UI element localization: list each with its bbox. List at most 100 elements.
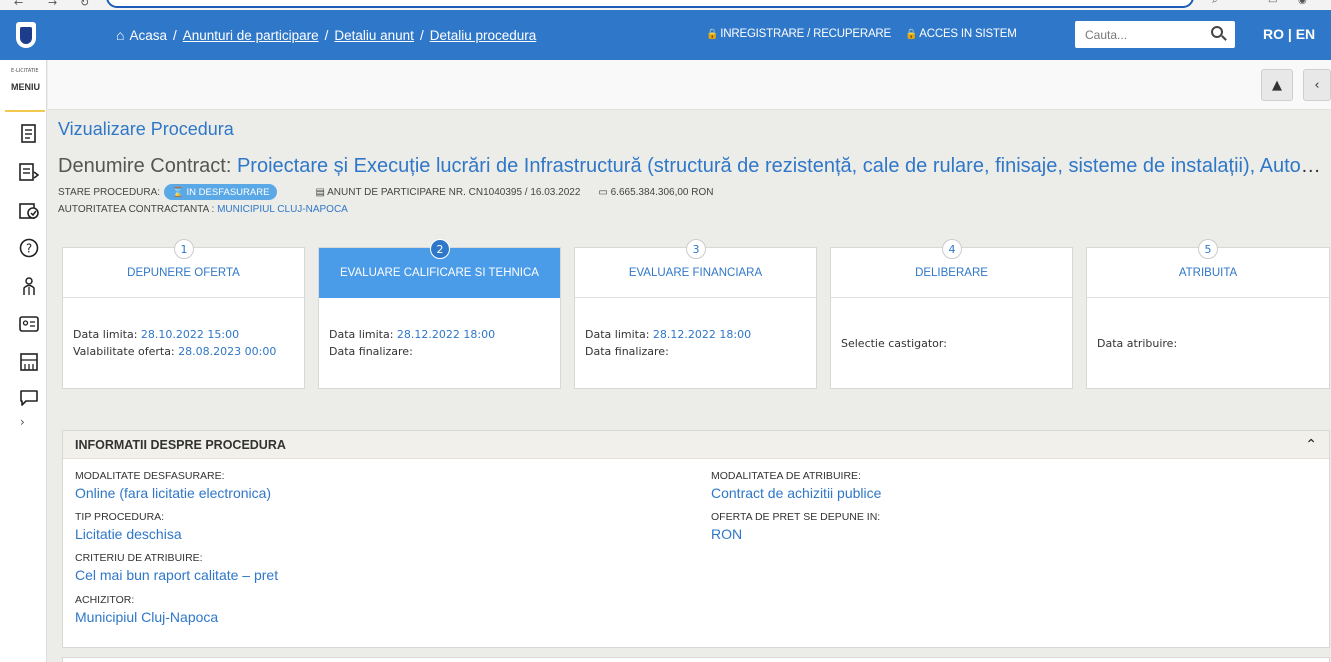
language-switcher[interactable]: RO | EN: [1263, 26, 1315, 42]
step-line: Data limita: 28.10.2022 15:00: [73, 326, 296, 343]
step-body: Data limita: 28.12.2022 18:00 Data final…: [585, 298, 808, 388]
forward-icon[interactable]: →: [48, 0, 57, 9]
step-line: Data limita: 28.12.2022 18:00: [329, 326, 552, 343]
profile-icon[interactable]: ◉: [1298, 0, 1307, 6]
panel-header[interactable]: INFORMATII DESPRE PROCEDURA: [63, 431, 1329, 459]
people-icon[interactable]: [17, 274, 41, 298]
estimated-value-text: 6.665.384.306,00 RON: [610, 186, 714, 198]
authority-label: AUTORITATEA CONTRACTANTA :: [58, 204, 215, 215]
field-value: Cel mai bun raport calitate – pret: [75, 567, 279, 583]
field-label: MODALITATEA DE ATRIBUIRE:: [711, 470, 861, 482]
browser-toolbar: ← → ↻ ⌕ ▭ ◉: [0, 0, 1331, 10]
step-line-label: Data atribuire:: [1097, 336, 1178, 350]
step-line-label: Data finalizare:: [585, 345, 669, 358]
step-line-label: Data limita:: [73, 328, 141, 341]
folder-check-icon[interactable]: [17, 198, 41, 222]
step-line-value: 28.12.2022 18:00: [396, 328, 496, 341]
step-number: 1: [174, 239, 194, 259]
address-bar[interactable]: [106, 0, 1194, 8]
chevron-up-icon[interactable]: ⌃: [1305, 437, 1317, 453]
step-number: 4: [942, 239, 962, 259]
field-modalitate-desfasurare: MODALITATE DESFASURARE: Online (fara lic…: [75, 470, 271, 501]
sidebar-brand: E-LICITATIE: [11, 68, 39, 74]
svg-text:?: ?: [26, 242, 32, 256]
scroll-top-button[interactable]: ▲: [1261, 69, 1293, 101]
hourglass-icon: ⌛: [172, 186, 184, 198]
breadcrumb-home[interactable]: Acasa: [129, 28, 167, 43]
login-link[interactable]: 🔒 ACCES IN SISTEM: [905, 28, 1017, 40]
list-arrow-icon[interactable]: [17, 160, 41, 184]
step-evaluare-calificare[interactable]: 2 EVALUARE CALIFICARE SI TEHNICA Data li…: [318, 239, 561, 389]
breadcrumb-detaliu-anunt[interactable]: Detaliu anunt: [334, 28, 414, 43]
field-label: CRITERIU DE ATRIBUIRE:: [75, 552, 203, 564]
field-value[interactable]: Municipiul Cluj-Napoca: [75, 609, 218, 625]
field-value: Licitatie deschisa: [75, 526, 182, 542]
register-label: INREGISTRARE / RECUPERARE: [720, 28, 891, 40]
step-line: Data limita: 28.12.2022 18:00: [585, 326, 808, 343]
lock-icon: 🔒: [706, 29, 719, 40]
login-label: ACCES IN SISTEM: [919, 28, 1017, 40]
chat-icon[interactable]: [17, 386, 41, 410]
step-evaluare-financiara[interactable]: 3 EVALUARE FINANCIARA Data limita: 28.12…: [574, 239, 817, 389]
contract-label: Denumire Contract:: [58, 155, 232, 177]
panel-title: INFORMATII DESPRE PROCEDURA: [75, 437, 286, 452]
field-label: MODALITATE DESFASURARE:: [75, 470, 225, 482]
field-modalitatea-atribuire: MODALITATEA DE ATRIBUIRE: Contract de ac…: [711, 470, 881, 501]
step-depunere-oferta[interactable]: 1 DEPUNERE OFERTA Data limita: 28.10.202…: [62, 239, 305, 389]
help-icon[interactable]: ?: [17, 236, 41, 260]
page-toolbar: ▲ ‹: [48, 60, 1331, 110]
search-input[interactable]: [1085, 27, 1205, 42]
document-small-icon: ▤: [315, 186, 325, 198]
procedure-meta: STARE PROCEDURA: ⌛ IN DESFASURARE ▤ ANUN…: [58, 184, 713, 200]
logo[interactable]: [0, 10, 52, 60]
browser-search-icon[interactable]: ⌕: [1212, 0, 1218, 6]
estimated-value: ▭ 6.665.384.306,00 RON: [598, 187, 713, 198]
contracting-authority: AUTORITATEA CONTRACTANTA : MUNICIPIUL CL…: [58, 204, 348, 215]
field-moneda-oferta: OFERTA DE PRET SE DEPUNE IN: RON: [711, 511, 880, 542]
step-line-label: Data limita:: [585, 328, 653, 341]
breadcrumb-separator: /: [419, 27, 424, 43]
notice-number[interactable]: ▤ ANUNT DE PARTICIPARE NR. CN1040395 / 1…: [315, 187, 580, 198]
page-title: Vizualizare Procedura: [58, 119, 234, 139]
id-card-icon[interactable]: [17, 312, 41, 336]
procedure-info-panel: INFORMATII DESPRE PROCEDURA ⌃ MODALITATE…: [62, 430, 1330, 648]
step-number: 5: [1198, 239, 1218, 259]
home-icon[interactable]: ⌂: [116, 27, 124, 43]
authority-link[interactable]: MUNICIPIUL CLUJ-NAPOCA: [217, 204, 348, 215]
building-icon[interactable]: [17, 350, 41, 374]
status-label: STARE PROCEDURA:: [58, 186, 161, 198]
step-line: Valabilitate oferta: 28.08.2023 00:00: [73, 343, 296, 360]
step-line: Data finalizare:: [585, 343, 808, 360]
lock-icon: 🔒: [905, 29, 918, 40]
field-label: TIP PROCEDURA:: [75, 511, 165, 523]
cash-icon: ▭: [598, 186, 608, 198]
register-link[interactable]: 🔒 INREGISTRARE / RECUPERARE: [706, 28, 891, 40]
shield-logo-icon: [16, 22, 36, 48]
step-line-value: 28.12.2022 18:00: [652, 328, 752, 341]
menu-label[interactable]: MENIU: [11, 82, 40, 92]
chevron-left-icon: ‹: [1314, 77, 1320, 93]
status-badge: ⌛ IN DESFASURARE: [164, 184, 278, 200]
back-icon[interactable]: ←: [14, 0, 23, 9]
collapse-panel-button[interactable]: ‹: [1303, 69, 1331, 101]
field-value: RON: [711, 526, 743, 542]
search-box: [1075, 21, 1235, 48]
search-icon[interactable]: [1211, 26, 1223, 38]
breadcrumb-anunturi[interactable]: Anunturi de participare: [183, 28, 319, 43]
reload-icon[interactable]: ↻: [80, 0, 89, 9]
step-line-label: Data limita:: [329, 328, 397, 341]
downloads-icon[interactable]: ▭: [1268, 0, 1277, 6]
step-atribuita[interactable]: 5 ATRIBUITA Data atribuire:: [1086, 239, 1330, 389]
document-icon[interactable]: [17, 122, 41, 146]
left-sidebar: E-LICITATIE MENIU ? ›: [0, 60, 47, 662]
breadcrumb-separator: /: [324, 27, 329, 43]
field-criteriu-atribuire: CRITERIU DE ATRIBUIRE: Cel mai bun rapor…: [75, 552, 278, 583]
step-line-label: Selectie castigator:: [841, 336, 947, 350]
step-line: Selectie castigator:: [841, 335, 1064, 352]
step-deliberare[interactable]: 4 DELIBERARE Selectie castigator:: [830, 239, 1073, 389]
field-label: OFERTA DE PRET SE DEPUNE IN:: [711, 511, 881, 523]
chevron-right-icon[interactable]: ›: [20, 415, 25, 429]
step-number: 3: [686, 239, 706, 259]
breadcrumb-detaliu-procedura[interactable]: Detaliu procedura: [430, 28, 537, 43]
step-line-label: Valabilitate oferta:: [73, 345, 179, 358]
